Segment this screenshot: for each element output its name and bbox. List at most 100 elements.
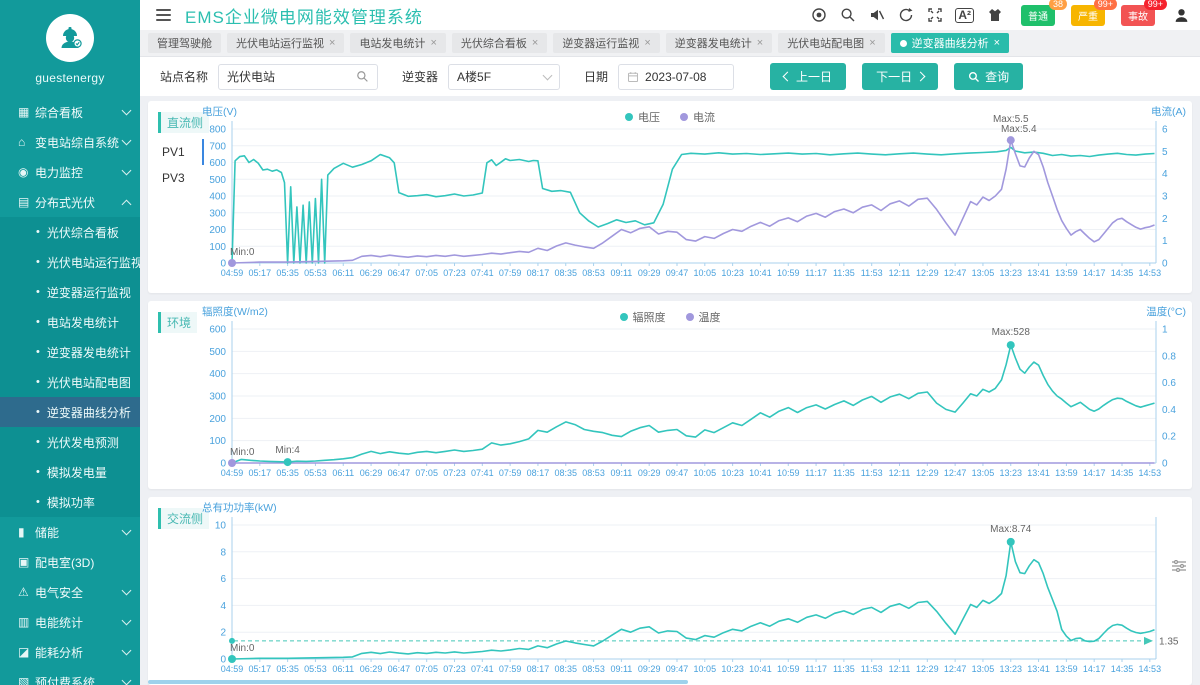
svg-text:0.6: 0.6 (1162, 378, 1176, 389)
alarm-badge[interactable]: 普通38 (1021, 5, 1055, 26)
close-icon[interactable]: × (430, 37, 436, 49)
tab-label: 逆变器发电统计 (675, 35, 752, 51)
sidebar-subitem-label: 光伏发电预测 (47, 434, 119, 451)
svg-text:07:59: 07:59 (499, 468, 522, 478)
calendar-icon (627, 71, 639, 83)
dc-chart[interactable]: 0100200300400500600700800012345604:5905:… (196, 103, 1186, 285)
sidebar-item[interactable]: ▥电能统计 (0, 607, 140, 637)
tab[interactable]: 光伏电站配电图× (778, 33, 884, 53)
close-icon[interactable]: × (532, 37, 538, 49)
search-icon[interactable] (839, 7, 856, 24)
search-icon[interactable] (356, 70, 369, 83)
svg-text:600: 600 (209, 158, 226, 169)
svg-text:10:23: 10:23 (721, 468, 744, 478)
sidebar-item[interactable]: ▧预付费系统 (0, 667, 140, 685)
refresh-icon[interactable] (897, 7, 914, 24)
svg-text:06:29: 06:29 (360, 468, 383, 478)
query-button[interactable]: 查询 (954, 63, 1023, 90)
close-icon[interactable]: × (644, 37, 650, 49)
sidebar-subitem[interactable]: •光伏发电预测 (0, 427, 140, 457)
sidebar-subitem-label: 模拟功率 (47, 494, 95, 511)
chevron-down-icon (122, 136, 132, 146)
chart-toolbox-icon[interactable] (1172, 559, 1186, 577)
svg-text:10:59: 10:59 (777, 664, 800, 674)
close-icon[interactable]: × (869, 37, 875, 49)
mute-icon[interactable] (868, 7, 885, 24)
svg-text:0: 0 (1162, 459, 1168, 470)
sidebar-item-label: 能耗分析 (35, 644, 123, 661)
sidebar-subitem[interactable]: •逆变器运行监视 (0, 277, 140, 307)
sidebar-item[interactable]: ◉电力监控 (0, 157, 140, 187)
ac-power-chart[interactable]: 024681004:5905:1705:3505:5306:1106:2906:… (196, 499, 1186, 681)
target-icon[interactable] (810, 7, 827, 24)
site-name-input[interactable]: 光伏电站 (218, 64, 378, 90)
storage-icon: ▮ (18, 525, 35, 539)
fullscreen-icon[interactable] (926, 7, 943, 24)
svg-text:08:53: 08:53 (582, 268, 605, 278)
horizontal-scrollbar-thumb[interactable] (148, 680, 688, 684)
sidebar-item-label: 变电站综自系统 (35, 134, 123, 151)
sidebar-item[interactable]: ▦综合看板 (0, 97, 140, 127)
date-label: 日期 (584, 68, 608, 85)
sidebar-item[interactable]: ▮储能 (0, 517, 140, 547)
alarm-badge[interactable]: 严重99+ (1071, 5, 1105, 26)
theme-icon[interactable] (986, 7, 1003, 24)
badge-count: 99+ (1144, 0, 1167, 10)
sidebar-item[interactable]: ⌂变电站综自系统 (0, 127, 140, 157)
tab[interactable]: 管理驾驶舱 (148, 33, 221, 53)
alarm-badge[interactable]: 事故99+ (1121, 5, 1155, 26)
date-input[interactable]: 2023-07-08 (618, 64, 734, 90)
sidebar-item-label: 电气安全 (35, 584, 123, 601)
tab[interactable]: 逆变器发电统计 × (666, 33, 772, 53)
svg-text:12:47: 12:47 (944, 268, 967, 278)
sidebar-subitem[interactable]: •逆变器发电统计 (0, 337, 140, 367)
svg-text:10:05: 10:05 (694, 664, 717, 674)
tab[interactable]: 光伏综合看板× (452, 33, 547, 53)
bullet-icon: • (36, 466, 40, 478)
tab[interactable]: 电站发电统计× (350, 33, 445, 53)
sidebar-subitem[interactable]: •光伏电站配电图 (0, 367, 140, 397)
next-day-button[interactable]: 下一日 (862, 63, 938, 90)
svg-text:200: 200 (209, 225, 226, 236)
bullet-icon: • (36, 286, 40, 298)
sidebar-subitem[interactable]: •模拟发电量 (0, 457, 140, 487)
svg-text:1: 1 (1162, 236, 1168, 247)
sidebar-subitem-label: 逆变器曲线分析 (47, 404, 131, 421)
sidebar-item[interactable]: ▣配电室(3D) (0, 547, 140, 577)
sidebar-subitem[interactable]: •逆变器曲线分析 (0, 397, 140, 427)
close-icon[interactable]: × (329, 37, 335, 49)
date-value: 2023-07-08 (645, 70, 725, 84)
svg-text:13:05: 13:05 (972, 268, 995, 278)
close-icon[interactable]: × (757, 37, 763, 49)
prev-day-button[interactable]: 上一日 (770, 63, 846, 90)
inverter-select[interactable]: A楼5F (448, 64, 560, 90)
sidebar-item-label: 配电室(3D) (35, 554, 130, 571)
svg-text:09:11: 09:11 (610, 468, 632, 478)
close-icon[interactable]: × (994, 37, 1000, 49)
sidebar-subitem[interactable]: • 模拟功率 (0, 487, 140, 517)
svg-text:400: 400 (209, 369, 226, 380)
menu-toggle-icon[interactable] (156, 6, 171, 24)
font-size-icon[interactable]: A² (955, 8, 974, 23)
sidebar-item[interactable]: ◪能耗分析 (0, 637, 140, 667)
svg-text:14:53: 14:53 (1139, 664, 1162, 674)
tab[interactable]: 逆变器运行监视× (553, 33, 659, 53)
environment-chart[interactable]: 010020030040050060000.20.40.60.8104:5905… (196, 303, 1186, 485)
sidebar-item[interactable]: ⚠电气安全 (0, 577, 140, 607)
sidebar-subitem[interactable]: •光伏电站运行监视 (0, 247, 140, 277)
tab[interactable]: 逆变器曲线分析× (891, 33, 1009, 53)
sidebar-subitem[interactable]: •光伏综合看板 (0, 217, 140, 247)
inverter-value: A楼5F (457, 68, 538, 85)
tab[interactable]: 光伏电站运行监视× (227, 33, 344, 53)
sidebar-item[interactable]: ▤分布式光伏 (0, 187, 140, 217)
sidebar-item-label: 电能统计 (35, 614, 123, 631)
bullet-icon: • (36, 496, 40, 508)
svg-text:600: 600 (209, 325, 226, 336)
svg-text:05:17: 05:17 (249, 664, 272, 674)
avatar[interactable] (1173, 7, 1190, 24)
svg-text:电流(A): 电流(A) (1151, 105, 1186, 118)
svg-text:04:59: 04:59 (221, 468, 244, 478)
stats-icon: ▥ (18, 615, 35, 629)
sidebar-subitem[interactable]: •电站发电统计 (0, 307, 140, 337)
svg-text:07:59: 07:59 (499, 664, 522, 674)
